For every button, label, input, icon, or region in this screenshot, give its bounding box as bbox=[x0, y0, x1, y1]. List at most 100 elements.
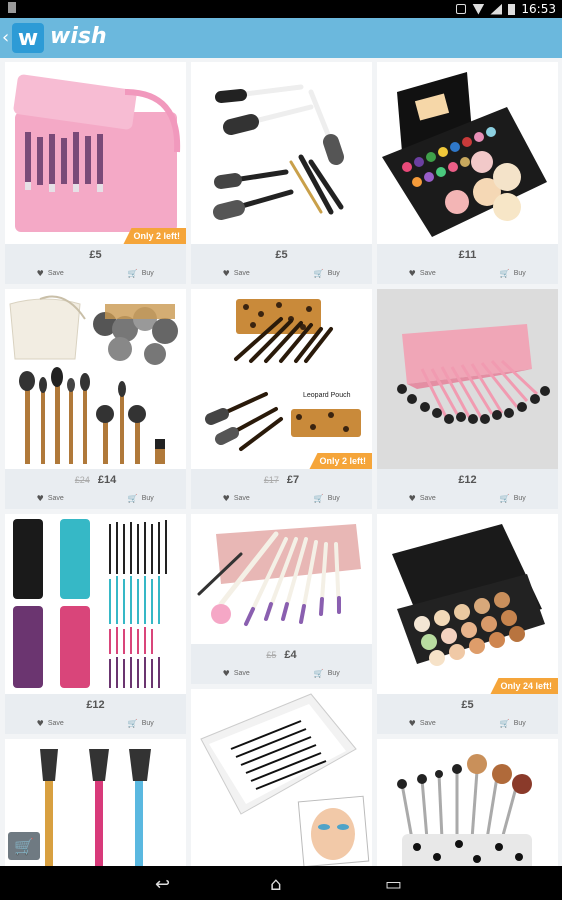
bamboo-brush-set-image bbox=[9, 295, 178, 464]
save-button[interactable]: ♥ Save bbox=[5, 494, 96, 503]
battery-icon bbox=[508, 3, 516, 15]
buy-button[interactable]: 🛒 Buy bbox=[468, 719, 559, 728]
current-price: £5 bbox=[461, 699, 474, 711]
product-image[interactable] bbox=[377, 289, 558, 469]
app-bar: ‹ w wish bbox=[0, 18, 562, 58]
product-info: £12 ♥ Save 🛒 Buy bbox=[377, 469, 558, 509]
product-card[interactable]: Only 24 left! £5 ♥ Save 🛒 Buy bbox=[377, 514, 558, 734]
buy-label: Buy bbox=[513, 270, 526, 277]
false-eyelashes-image bbox=[200, 693, 370, 866]
nav-recents-icon[interactable]: ▭ bbox=[385, 874, 402, 895]
product-price: £5 bbox=[191, 249, 372, 261]
product-card[interactable] bbox=[191, 689, 372, 866]
save-button[interactable]: ♥ Save bbox=[5, 719, 96, 728]
product-card[interactable]: £12 ♥ Save 🛒 Buy bbox=[377, 289, 558, 509]
product-price: £12 bbox=[377, 474, 558, 486]
product-image[interactable] bbox=[377, 62, 558, 244]
status-time: 16:53 bbox=[521, 2, 556, 16]
product-image[interactable]: Only 2 left! bbox=[5, 62, 186, 244]
leopard-cup-brush-set-image bbox=[397, 754, 532, 866]
pink-brush-case-image bbox=[377, 289, 558, 469]
current-price: £7 bbox=[286, 474, 300, 486]
wifi-icon bbox=[472, 3, 485, 15]
product-image[interactable] bbox=[377, 739, 558, 866]
save-label: Save bbox=[47, 270, 64, 277]
product-price: £17 £7 bbox=[191, 474, 372, 486]
product-info: £24 £14 ♥ Save 🛒 Buy bbox=[5, 469, 186, 509]
product-card[interactable]: Only 2 left! £5 ♥ Save 🛒 Buy bbox=[5, 62, 186, 284]
wish-logo-icon[interactable]: w bbox=[12, 23, 44, 53]
buy-label: Buy bbox=[513, 720, 526, 727]
old-price: £17 bbox=[263, 475, 279, 485]
pink-purple-brush-set-image bbox=[197, 524, 361, 626]
save-label: Save bbox=[419, 495, 436, 502]
eyeshadow-palette-image bbox=[382, 72, 547, 237]
current-price: £14 bbox=[97, 474, 117, 486]
buy-button[interactable]: 🛒 Buy bbox=[468, 494, 559, 503]
save-button[interactable]: ♥ Save bbox=[191, 669, 282, 678]
buy-label: Buy bbox=[327, 270, 340, 277]
product-card[interactable]: £11 ♥ Save 🛒 Buy bbox=[377, 62, 558, 284]
product-card[interactable]: Leopard Pouch Only 2 left! £17 £7 ♥ Save 🛒… bbox=[191, 289, 372, 509]
heart-icon: ♥ bbox=[408, 494, 416, 503]
buy-button[interactable]: 🛒 Buy bbox=[282, 269, 373, 278]
product-price: £5 bbox=[377, 699, 558, 711]
save-button[interactable]: ♥ Save bbox=[191, 494, 282, 503]
heart-icon: ♥ bbox=[408, 719, 416, 728]
rotate-icon bbox=[456, 4, 467, 14]
product-image[interactable]: Leopard Pouch Only 2 left! bbox=[191, 289, 372, 469]
nav-home-icon[interactable]: ⌂ bbox=[270, 874, 281, 895]
product-image[interactable] bbox=[5, 289, 186, 469]
cart-icon: 🛒 bbox=[127, 269, 138, 278]
black-white-brush-set-image bbox=[213, 84, 344, 220]
current-price: £5 bbox=[275, 249, 288, 261]
stock-badge: Only 2 left! bbox=[123, 228, 186, 244]
product-price: £12 bbox=[5, 699, 186, 711]
product-card[interactable]: £24 £14 ♥ Save 🛒 Buy bbox=[5, 289, 186, 509]
cart-icon: 🛒 bbox=[499, 269, 510, 278]
product-card[interactable]: £5 ♥ Save 🛒 Buy bbox=[191, 62, 372, 284]
save-label: Save bbox=[419, 720, 436, 727]
notification-icon bbox=[8, 2, 16, 13]
save-button[interactable]: ♥ Save bbox=[5, 269, 96, 278]
heart-icon: ♥ bbox=[36, 719, 44, 728]
cart-icon: 🛒 bbox=[313, 494, 324, 503]
save-button[interactable]: ♥ Save bbox=[377, 269, 468, 278]
product-image[interactable]: Only 24 left! bbox=[377, 514, 558, 694]
save-button[interactable]: ♥ Save bbox=[377, 494, 468, 503]
old-price: £24 bbox=[74, 475, 90, 485]
product-info: £5 ♥ Save 🛒 Buy bbox=[191, 244, 372, 284]
buy-button[interactable]: 🛒 Buy bbox=[282, 669, 373, 678]
buy-button[interactable]: 🛒 Buy bbox=[282, 494, 373, 503]
product-price: £11 bbox=[377, 249, 558, 261]
buy-label: Buy bbox=[327, 495, 340, 502]
product-feed[interactable]: Only 2 left! £5 ♥ Save 🛒 Buy £5 ♥ Save 🛒… bbox=[0, 58, 562, 866]
product-image[interactable] bbox=[191, 689, 372, 866]
back-chevron-icon[interactable]: ‹ bbox=[2, 27, 9, 48]
buy-button[interactable]: 🛒 Buy bbox=[96, 269, 187, 278]
cart-icon: 🛒 bbox=[127, 719, 138, 728]
buy-button[interactable]: 🛒 Buy bbox=[468, 269, 559, 278]
system-nav-bar: ↩ ⌂ ▭ bbox=[0, 866, 562, 900]
logo-letter: w bbox=[17, 25, 39, 51]
current-price: £11 bbox=[458, 249, 477, 261]
product-card[interactable]: £5 £4 ♥ Save 🛒 Buy bbox=[191, 514, 372, 684]
product-image[interactable] bbox=[5, 514, 186, 694]
product-card[interactable] bbox=[377, 739, 558, 866]
buy-button[interactable]: 🛒 Buy bbox=[96, 719, 187, 728]
heart-icon: ♥ bbox=[222, 669, 230, 678]
heart-icon: ♥ bbox=[36, 269, 44, 278]
save-button[interactable]: ♥ Save bbox=[191, 269, 282, 278]
nav-back-icon[interactable]: ↩ bbox=[155, 874, 170, 895]
product-image[interactable] bbox=[191, 514, 372, 644]
current-price: £5 bbox=[89, 249, 102, 261]
current-price: £12 bbox=[86, 699, 105, 711]
heart-icon: ♥ bbox=[222, 494, 230, 503]
save-button[interactable]: ♥ Save bbox=[377, 719, 468, 728]
buy-button[interactable]: 🛒 Buy bbox=[96, 494, 187, 503]
product-image[interactable] bbox=[191, 62, 372, 244]
product-card[interactable]: £12 ♥ Save 🛒 Buy bbox=[5, 514, 186, 734]
product-price: £5 bbox=[5, 249, 186, 261]
buy-label: Buy bbox=[327, 670, 340, 677]
cart-button[interactable]: 🛒 bbox=[8, 832, 40, 860]
